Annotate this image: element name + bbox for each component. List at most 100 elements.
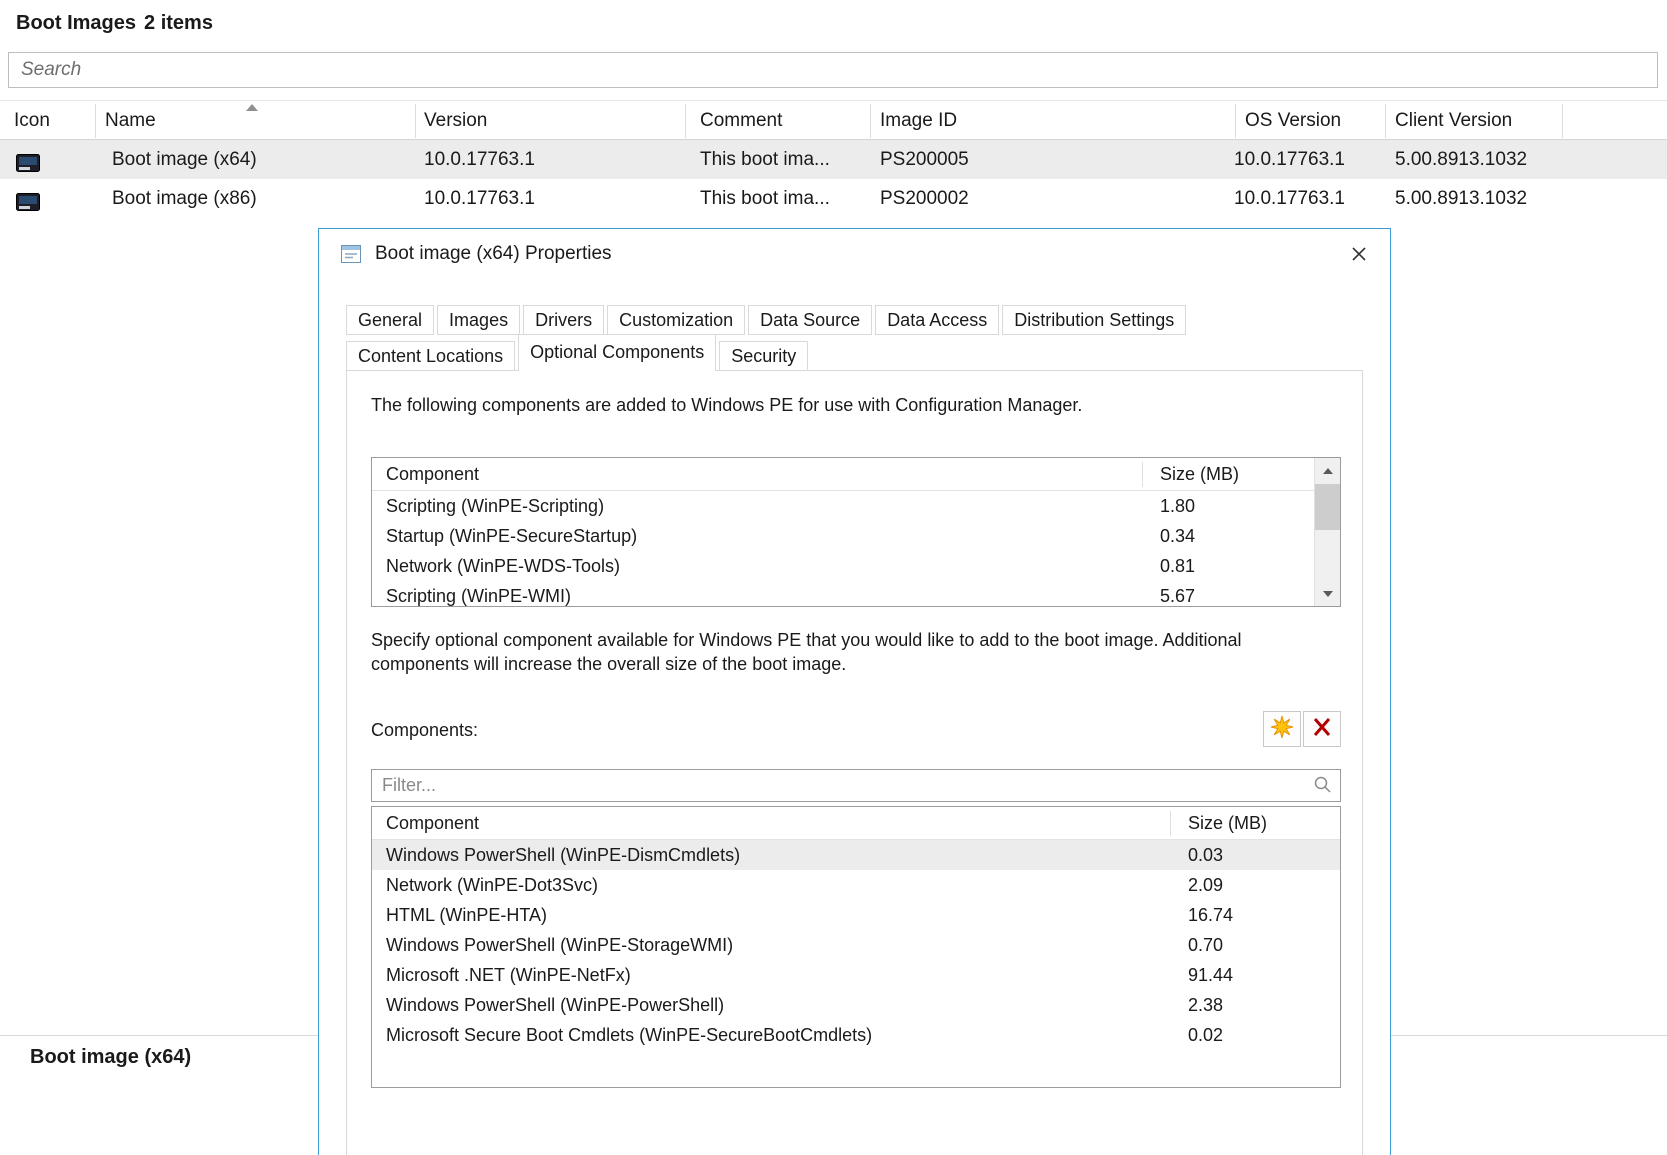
list-item[interactable]: Scripting (WinPE-WMI) 5.67 (372, 581, 1340, 607)
component-size: 16.74 (1188, 900, 1233, 930)
column-divider (870, 104, 871, 138)
boot-image-icon (16, 188, 40, 227)
component-name: Windows PowerShell (WinPE-PowerShell) (386, 990, 724, 1020)
component-size: 2.09 (1188, 870, 1223, 900)
intro-text: The following components are added to Wi… (371, 395, 1082, 416)
list-header: Component Size (MB) (372, 458, 1340, 491)
dialog-title: Boot image (x64) Properties (375, 229, 612, 279)
component-name: HTML (WinPE-HTA) (386, 900, 547, 930)
dialog-titlebar[interactable]: Boot image (x64) Properties (319, 229, 1390, 279)
list-item[interactable]: Scripting (WinPE-Scripting) 1.80 (372, 491, 1340, 521)
list-item[interactable]: HTML (WinPE-HTA) 16.74 (372, 900, 1340, 930)
tab-data-source[interactable]: Data Source (748, 305, 872, 335)
add-component-button[interactable] (1263, 711, 1301, 747)
column-header-name[interactable]: Name (105, 101, 156, 141)
tab-images[interactable]: Images (437, 305, 520, 335)
available-components-list: Component Size (MB) Windows PowerShell (… (371, 806, 1341, 1088)
table-row[interactable]: Boot image (x64) 10.0.17763.1 This boot … (0, 140, 1667, 179)
list-column-component: Component (386, 458, 479, 491)
delete-x-icon (1311, 716, 1333, 743)
list-item[interactable]: Microsoft Secure Boot Cmdlets (WinPE-Sec… (372, 1020, 1340, 1050)
row-image-id: PS200005 (880, 140, 969, 179)
tab-customization[interactable]: Customization (607, 305, 745, 335)
table-row[interactable]: Boot image (x86) 10.0.17763.1 This boot … (0, 179, 1667, 218)
optional-components-panel: The following components are added to Wi… (346, 370, 1363, 1155)
component-size: 2.38 (1188, 990, 1223, 1020)
component-name: Microsoft Secure Boot Cmdlets (WinPE-Sec… (386, 1020, 872, 1050)
column-header-version[interactable]: Version (424, 101, 487, 141)
properties-icon (341, 245, 361, 268)
search-input[interactable] (8, 52, 1658, 88)
list-item[interactable]: Startup (WinPE-SecureStartup) 0.34 (372, 521, 1340, 551)
tab-drivers[interactable]: Drivers (523, 305, 604, 335)
scrollbar[interactable] (1314, 458, 1340, 606)
row-version: 10.0.17763.1 (424, 140, 535, 179)
column-divider (1562, 104, 1563, 138)
list-item[interactable]: Windows PowerShell (WinPE-DismCmdlets) 0… (372, 840, 1340, 870)
components-label: Components: (371, 720, 478, 741)
column-header-comment[interactable]: Comment (700, 101, 782, 141)
column-divider (415, 104, 416, 138)
component-size: 0.34 (1160, 521, 1195, 551)
list-column-size: Size (MB) (1188, 807, 1267, 840)
list-item[interactable]: Windows PowerShell (WinPE-StorageWMI) 0.… (372, 930, 1340, 960)
list-item[interactable]: Network (WinPE-WDS-Tools) 0.81 (372, 551, 1340, 581)
tab-optional-components[interactable]: Optional Components (518, 334, 716, 371)
row-os-version: 10.0.17763.1 (1233, 179, 1345, 218)
component-name: Windows PowerShell (WinPE-StorageWMI) (386, 930, 733, 960)
close-icon[interactable] (1342, 239, 1376, 269)
list-column-size: Size (MB) (1160, 458, 1239, 491)
column-divider (1385, 104, 1386, 138)
component-name: Windows PowerShell (WinPE-DismCmdlets) (386, 840, 740, 870)
row-name: Boot image (x86) (112, 179, 257, 218)
filter-input[interactable] (371, 769, 1341, 802)
tab-data-access[interactable]: Data Access (875, 305, 999, 335)
sort-ascending-icon (246, 104, 258, 111)
screen: Boot Images 2 items Icon Name Version Com… (0, 0, 1667, 1155)
column-header-os-version[interactable]: OS Version (1245, 101, 1341, 141)
row-image-id: PS200002 (880, 179, 969, 218)
scroll-down-icon[interactable] (1315, 581, 1340, 606)
list-item[interactable]: Network (WinPE-Dot3Svc) 2.09 (372, 870, 1340, 900)
column-divider (1235, 104, 1236, 138)
tab-distribution-settings[interactable]: Distribution Settings (1002, 305, 1186, 335)
component-name: Microsoft .NET (WinPE-NetFx) (386, 960, 631, 990)
row-comment: This boot ima... (700, 179, 830, 218)
list-item[interactable]: Microsoft .NET (WinPE-NetFx) 91.44 (372, 960, 1340, 990)
column-divider (1142, 462, 1143, 487)
column-header-client-version[interactable]: Client Version (1395, 101, 1512, 141)
table-header: Icon Name Version Comment Image ID OS Ve… (0, 100, 1667, 140)
component-name: Network (WinPE-Dot3Svc) (386, 870, 598, 900)
item-count: 2 items (144, 12, 213, 34)
column-divider (685, 104, 686, 138)
detail-pane-title: Boot image (x64) (30, 1046, 191, 1069)
row-version: 10.0.17763.1 (424, 179, 535, 218)
row-client-version: 5.00.8913.1032 (1395, 179, 1527, 218)
added-components-list: Component Size (MB) Scripting (WinPE-Scr… (371, 457, 1341, 607)
tab-security[interactable]: Security (719, 341, 808, 371)
tab-strip-row1: General Images Drivers Customization Dat… (346, 305, 1186, 335)
row-name: Boot image (x64) (112, 140, 257, 179)
tab-strip-row2: Content Locations Optional Components Se… (346, 334, 808, 371)
new-starburst-icon (1270, 715, 1294, 744)
row-client-version: 5.00.8913.1032 (1395, 140, 1527, 179)
tab-content-locations[interactable]: Content Locations (346, 341, 515, 371)
component-name: Scripting (WinPE-WMI) (386, 581, 571, 607)
component-size: 0.81 (1160, 551, 1195, 581)
column-header-image-id[interactable]: Image ID (880, 101, 957, 141)
column-header-icon[interactable]: Icon (14, 101, 50, 141)
component-size: 0.03 (1188, 840, 1223, 870)
tab-general[interactable]: General (346, 305, 434, 335)
scrollbar-thumb[interactable] (1315, 484, 1340, 530)
delete-component-button[interactable] (1303, 711, 1341, 747)
description-text: Specify optional component available for… (371, 628, 1329, 676)
list-header: Component Size (MB) (372, 807, 1340, 840)
row-os-version: 10.0.17763.1 (1233, 140, 1345, 179)
list-column-component: Component (386, 807, 479, 840)
column-divider (1170, 811, 1171, 836)
page-title-text: Boot Images (16, 12, 136, 34)
scroll-up-icon[interactable] (1315, 458, 1340, 483)
list-item[interactable]: Windows PowerShell (WinPE-PowerShell) 2.… (372, 990, 1340, 1020)
page-title: Boot Images 2 items (16, 12, 213, 35)
component-size: 0.70 (1188, 930, 1223, 960)
